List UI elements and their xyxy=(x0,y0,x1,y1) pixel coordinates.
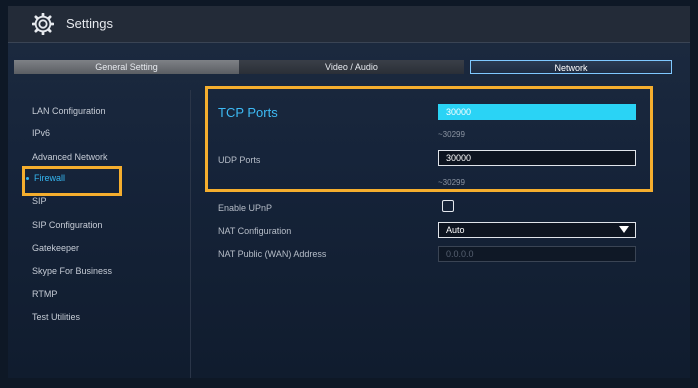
settings-screen: Settings General Setting Video / Audio N… xyxy=(8,6,690,378)
sidebar-item-sip[interactable]: SIP xyxy=(32,196,47,206)
sidebar-item-rtmp[interactable]: RTMP xyxy=(32,289,57,299)
enable-upnp-label: Enable UPnP xyxy=(218,203,273,213)
nat-configuration-value: Auto xyxy=(446,225,465,235)
sidebar-item-lan-configuration[interactable]: LAN Configuration xyxy=(32,106,106,116)
sidebar-item-skype-for-business[interactable]: Skype For Business xyxy=(32,266,112,276)
sidebar: LAN Configuration IPv6 Advanced Network … xyxy=(8,96,190,378)
sidebar-item-test-utilities[interactable]: Test Utilities xyxy=(32,312,80,322)
nat-configuration-select[interactable]: Auto xyxy=(438,222,636,238)
tab-network[interactable]: Network xyxy=(470,60,672,74)
sidebar-divider xyxy=(190,90,191,378)
nat-public-address-input[interactable]: 0.0.0.0 xyxy=(438,246,636,262)
sidebar-item-advanced-network[interactable]: Advanced Network xyxy=(32,152,108,162)
nat-configuration-label: NAT Configuration xyxy=(218,226,292,236)
gear-icon xyxy=(32,13,54,35)
enable-upnp-checkbox[interactable] xyxy=(442,200,454,212)
window-title: Settings xyxy=(66,16,113,31)
settings-tabs: General Setting Video / Audio Network xyxy=(14,60,684,74)
sidebar-item-ipv6[interactable]: IPv6 xyxy=(32,128,50,138)
nat-public-address-label: NAT Public (WAN) Address xyxy=(218,249,327,259)
dropdown-arrow-icon xyxy=(619,226,629,233)
firewall-highlight-box xyxy=(22,166,122,196)
sidebar-item-gatekeeper[interactable]: Gatekeeper xyxy=(32,243,79,253)
title-bar: Settings xyxy=(8,6,690,43)
sidebar-item-sip-configuration[interactable]: SIP Configuration xyxy=(32,220,102,230)
ports-highlight-box xyxy=(205,86,653,192)
tab-video-audio[interactable]: Video / Audio xyxy=(239,60,464,74)
tab-general-setting[interactable]: General Setting xyxy=(14,60,239,74)
